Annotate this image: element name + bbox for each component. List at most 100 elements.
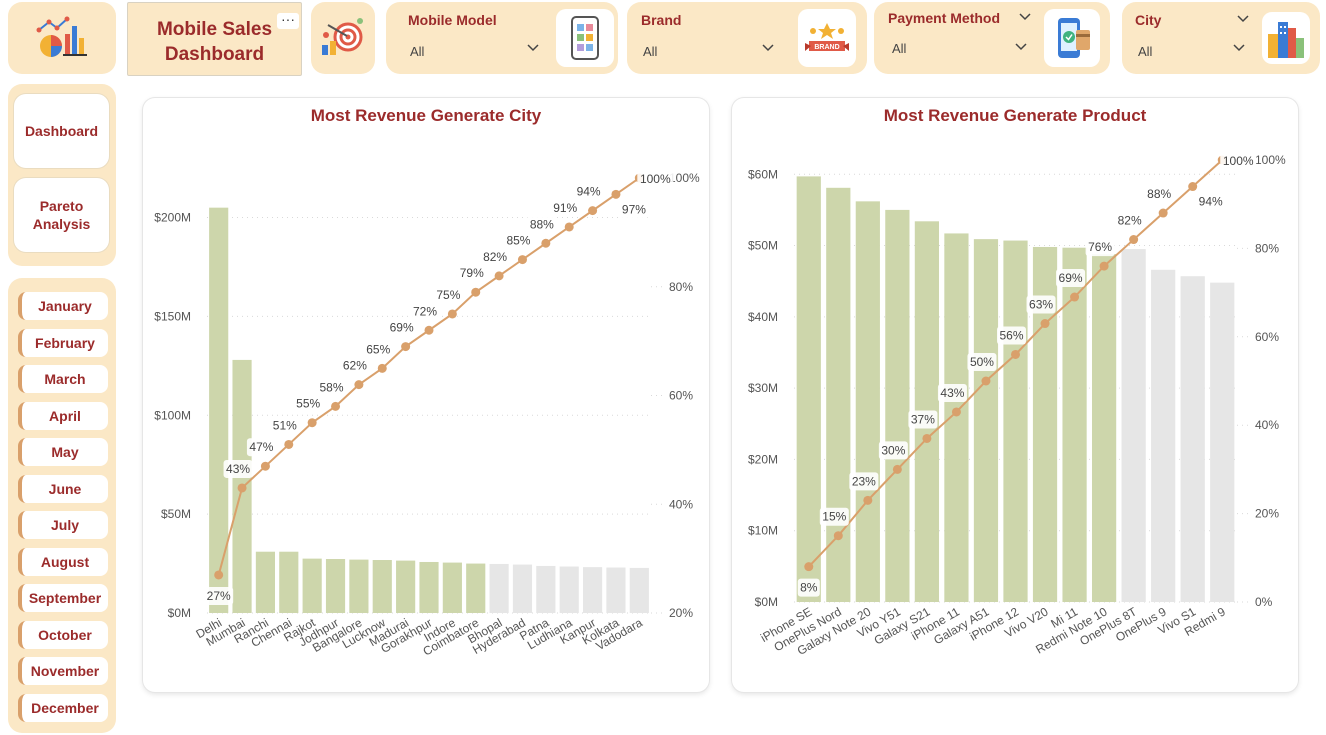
chevron-down-icon[interactable] bbox=[761, 40, 775, 54]
month-button-july[interactable]: July bbox=[18, 511, 108, 539]
y-tick-label: $50M bbox=[161, 507, 191, 521]
city-pareto-chart: $0M$50M$100M$150M$200M20%40%60%80%100%De… bbox=[154, 170, 700, 659]
data-label: 100% bbox=[1223, 154, 1254, 168]
data-label: 97% bbox=[622, 202, 646, 216]
cumulative-point[interactable] bbox=[354, 380, 364, 390]
bar[interactable] bbox=[796, 176, 821, 602]
month-slicer-panel: January February March April May June July Augu… bbox=[8, 278, 116, 733]
y2-tick-label: 80% bbox=[1255, 241, 1279, 255]
bar[interactable] bbox=[466, 563, 486, 613]
cumulative-point[interactable] bbox=[331, 401, 341, 411]
cumulative-point[interactable] bbox=[611, 189, 621, 199]
cumulative-point[interactable] bbox=[951, 407, 961, 417]
cumulative-point[interactable] bbox=[588, 206, 598, 216]
bar[interactable] bbox=[606, 567, 626, 613]
filter-brand[interactable]: Brand All BRAND bbox=[627, 2, 867, 74]
cumulative-point[interactable] bbox=[494, 271, 504, 281]
cumulative-point[interactable] bbox=[377, 363, 387, 373]
bar[interactable] bbox=[302, 558, 322, 613]
bar[interactable] bbox=[1180, 276, 1205, 602]
cumulative-point[interactable] bbox=[981, 376, 991, 386]
bar[interactable] bbox=[419, 561, 439, 613]
month-button-february[interactable]: February bbox=[18, 328, 108, 357]
bar[interactable] bbox=[349, 559, 369, 613]
bar[interactable] bbox=[255, 551, 276, 613]
bar[interactable] bbox=[1003, 240, 1028, 603]
bar[interactable] bbox=[559, 566, 579, 613]
cumulative-point[interactable] bbox=[863, 495, 873, 505]
filter-mobile-model[interactable]: Mobile Model All bbox=[386, 2, 618, 74]
data-label: 82% bbox=[1118, 214, 1142, 228]
data-label: 51% bbox=[273, 418, 297, 432]
bar[interactable] bbox=[855, 201, 880, 602]
month-button-september[interactable]: September bbox=[18, 584, 108, 612]
month-button-june[interactable]: June bbox=[18, 474, 108, 503]
dashboard-title-box: Mobile Sales Dashboard ··· bbox=[127, 2, 302, 76]
target-icon-panel bbox=[311, 2, 375, 74]
cumulative-point[interactable] bbox=[401, 342, 411, 352]
bar[interactable] bbox=[442, 562, 462, 613]
cumulative-point[interactable] bbox=[517, 255, 527, 265]
cumulative-point[interactable] bbox=[1040, 319, 1050, 329]
more-options-button[interactable]: ··· bbox=[277, 12, 299, 29]
cumulative-point[interactable] bbox=[307, 418, 317, 428]
cumulative-point[interactable] bbox=[1070, 292, 1080, 302]
cumulative-point[interactable] bbox=[892, 464, 902, 474]
bar[interactable] bbox=[885, 209, 910, 602]
month-button-april[interactable]: April bbox=[18, 401, 108, 430]
cumulative-point[interactable] bbox=[1129, 235, 1139, 245]
filter-city[interactable]: City All bbox=[1122, 2, 1320, 74]
cumulative-point[interactable] bbox=[922, 433, 932, 443]
bar[interactable] bbox=[372, 560, 392, 613]
bar[interactable] bbox=[325, 559, 346, 613]
month-button-march[interactable]: March bbox=[18, 365, 108, 393]
cumulative-point[interactable] bbox=[447, 309, 457, 319]
month-button-may[interactable]: May bbox=[18, 438, 108, 466]
cumulative-point[interactable] bbox=[541, 238, 551, 248]
month-button-october[interactable]: October bbox=[18, 620, 108, 649]
bar[interactable] bbox=[489, 563, 509, 613]
chevron-down-icon[interactable] bbox=[1232, 40, 1246, 54]
bar[interactable] bbox=[1151, 269, 1176, 602]
month-button-january[interactable]: January bbox=[18, 292, 108, 320]
data-label: 88% bbox=[1147, 187, 1171, 201]
city-buildings-icon bbox=[1262, 12, 1310, 64]
cumulative-point[interactable] bbox=[1099, 261, 1109, 271]
bar[interactable] bbox=[1210, 282, 1235, 602]
cumulative-point[interactable] bbox=[1011, 349, 1020, 359]
cumulative-point[interactable] bbox=[237, 483, 247, 493]
month-button-november[interactable]: November bbox=[18, 657, 108, 685]
bar[interactable] bbox=[1121, 249, 1146, 602]
cumulative-point[interactable] bbox=[284, 439, 294, 449]
dashboard-nav-button[interactable]: Dashboard bbox=[14, 94, 109, 168]
chevron-down-icon[interactable] bbox=[526, 40, 540, 54]
cumulative-point[interactable] bbox=[424, 325, 434, 335]
bar[interactable] bbox=[396, 560, 416, 613]
data-label: 56% bbox=[999, 328, 1023, 342]
bar[interactable] bbox=[279, 551, 299, 613]
bar[interactable] bbox=[582, 567, 603, 613]
cumulative-point[interactable] bbox=[1158, 208, 1168, 218]
chevron-down-icon[interactable] bbox=[1018, 9, 1032, 23]
pareto-analysis-nav-button[interactable]: Pareto Analysis bbox=[14, 178, 109, 252]
y-tick-label: $100M bbox=[154, 408, 191, 422]
month-button-december[interactable]: December bbox=[18, 693, 108, 722]
data-label: 23% bbox=[852, 474, 876, 488]
cumulative-point[interactable] bbox=[833, 531, 843, 541]
cumulative-point[interactable] bbox=[804, 562, 814, 572]
month-button-august[interactable]: August bbox=[18, 547, 108, 576]
chevron-down-icon[interactable] bbox=[1014, 39, 1028, 53]
cumulative-point[interactable] bbox=[564, 222, 574, 232]
cumulative-point[interactable] bbox=[214, 570, 224, 580]
cumulative-point[interactable] bbox=[471, 287, 481, 297]
bar[interactable] bbox=[536, 565, 556, 613]
bar[interactable] bbox=[973, 239, 999, 602]
chevron-down-icon[interactable] bbox=[1236, 11, 1250, 25]
filter-payment-method[interactable]: Payment Method All bbox=[874, 2, 1110, 74]
cumulative-point[interactable] bbox=[260, 461, 270, 471]
bar[interactable] bbox=[1091, 254, 1117, 603]
bar[interactable] bbox=[629, 567, 649, 613]
cumulative-point[interactable] bbox=[1188, 182, 1198, 192]
bar[interactable] bbox=[944, 233, 969, 603]
bar[interactable] bbox=[512, 564, 533, 613]
